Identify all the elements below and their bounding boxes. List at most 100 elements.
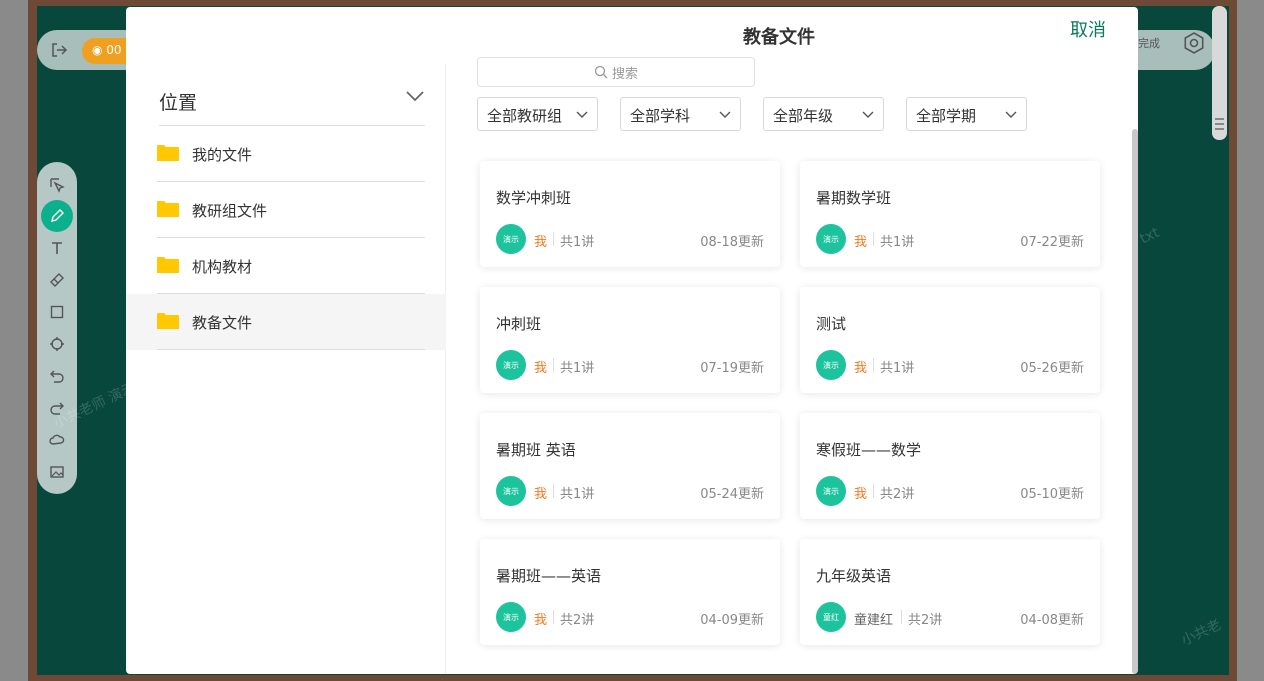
lesson-count: 共1讲 — [560, 235, 595, 250]
file-card[interactable]: 测试 演示 我 共1讲 05-26更新 — [800, 287, 1100, 393]
divider — [873, 484, 874, 498]
card-title: 测试 — [816, 315, 847, 333]
file-card[interactable]: 暑期数学班 演示 我 共1讲 07-22更新 — [800, 161, 1100, 267]
avatar: 演示 — [496, 476, 526, 506]
card-title: 九年级英语 — [816, 567, 892, 585]
avatar: 演示 — [816, 476, 846, 506]
filter-grade[interactable]: 全部年级 — [763, 97, 884, 131]
updated-date: 05-24更新 — [700, 487, 764, 502]
folder-icon — [157, 144, 179, 162]
file-card[interactable]: 寒假班——数学 演示 我 共2讲 05-10更新 — [800, 413, 1100, 519]
select-icon[interactable] — [46, 174, 68, 196]
avatar: 演示 — [816, 350, 846, 380]
card-owner: 童建红 — [854, 613, 894, 628]
folder-icon — [157, 200, 179, 218]
chevron-down-icon[interactable] — [405, 86, 425, 106]
sidebar-item-my-files[interactable]: 我的文件 — [126, 126, 446, 182]
divider — [901, 610, 902, 624]
shape-icon[interactable] — [46, 301, 68, 323]
done-label[interactable]: 完成 — [1138, 35, 1160, 51]
sidebar-item-label: 机构教材 — [192, 258, 253, 276]
divider — [553, 232, 554, 246]
filter-label: 全部年级 — [773, 107, 834, 125]
filter-subject[interactable]: 全部学科 — [620, 97, 741, 131]
sidebar-item-institution-materials[interactable]: 机构教材 — [126, 238, 446, 294]
sidebar-item-label: 教研组文件 — [192, 202, 268, 220]
pen-icon[interactable] — [41, 200, 73, 232]
card-title: 暑期班 英语 — [496, 441, 576, 459]
location-sidebar: 位置 我的文件 教研组文件 机构教材 教备文件 — [126, 64, 446, 674]
sidebar-item-research-group-files[interactable]: 教研组文件 — [126, 182, 446, 238]
file-card[interactable]: 数学冲刺班 演示 我 共1讲 08-18更新 — [480, 161, 780, 267]
divider — [873, 232, 874, 246]
card-owner: 我 — [534, 361, 548, 376]
undo-icon[interactable] — [46, 365, 68, 387]
sidebar-item-lesson-prep-files[interactable]: 教备文件 — [126, 294, 446, 350]
updated-date: 07-22更新 — [1020, 235, 1084, 250]
eraser-icon[interactable] — [46, 269, 68, 291]
chevron-down-icon — [575, 107, 589, 121]
filter-label: 全部教研组 — [487, 107, 563, 125]
card-title: 寒假班——数学 — [816, 441, 922, 459]
lesson-count: 共1讲 — [560, 361, 595, 376]
filter-label: 全部学期 — [916, 107, 977, 125]
avatar: 演示 — [816, 224, 846, 254]
updated-date: 05-26更新 — [1020, 361, 1084, 376]
card-title: 数学冲刺班 — [496, 189, 572, 207]
updated-date: 07-19更新 — [700, 361, 764, 376]
image-icon[interactable] — [46, 461, 68, 483]
filter-semester[interactable]: 全部学期 — [906, 97, 1027, 131]
chevron-down-icon — [718, 107, 732, 121]
file-list-panel: 搜索 全部教研组 全部学科 全部年级 全部学期 数学冲刺班 演示 我 共1讲 0… — [446, 7, 1138, 674]
card-owner: 我 — [854, 487, 868, 502]
settings-icon[interactable] — [1182, 31, 1206, 55]
laser-pointer-icon[interactable] — [46, 333, 68, 355]
cloud-file-icon[interactable] — [46, 429, 68, 451]
divider — [553, 484, 554, 498]
card-title: 冲刺班 — [496, 315, 542, 333]
search-icon — [594, 65, 608, 79]
divider — [553, 358, 554, 372]
lesson-count: 共2讲 — [880, 487, 915, 502]
updated-date: 04-08更新 — [1020, 613, 1084, 628]
updated-date: 08-18更新 — [700, 235, 764, 250]
location-title: 位置 — [159, 92, 198, 114]
lesson-count: 共2讲 — [560, 613, 595, 628]
sidebar-item-label: 教备文件 — [192, 314, 253, 332]
avatar: 演示 — [496, 350, 526, 380]
timer-text: 00 — [106, 43, 122, 57]
avatar: 演示 — [496, 602, 526, 632]
card-owner: 我 — [534, 613, 548, 628]
lesson-count: 共2讲 — [908, 613, 943, 628]
chevron-down-icon — [861, 107, 875, 121]
updated-date: 04-09更新 — [700, 613, 764, 628]
page-scrollbar[interactable] — [1212, 6, 1227, 140]
divider — [553, 610, 554, 624]
lesson-count: 共1讲 — [880, 361, 915, 376]
divider — [873, 358, 874, 372]
text-icon[interactable] — [46, 237, 68, 259]
file-picker-dialog: 教备文件 取消 位置 我的文件 教研组文件 机构教材 教备文件 搜索 全部教研组… — [126, 7, 1138, 674]
folder-icon — [157, 256, 179, 274]
location-header[interactable]: 位置 — [159, 82, 425, 126]
updated-date: 05-10更新 — [1020, 487, 1084, 502]
filter-research-group[interactable]: 全部教研组 — [477, 97, 598, 131]
card-owner: 我 — [854, 361, 868, 376]
search-input[interactable]: 搜索 — [477, 57, 755, 87]
exit-icon[interactable] — [50, 41, 68, 59]
card-owner: 我 — [854, 235, 868, 250]
file-list-scrollbar[interactable] — [1132, 129, 1138, 674]
lesson-count: 共1讲 — [880, 235, 915, 250]
lesson-count: 共1讲 — [560, 487, 595, 502]
avatar: 童红 — [816, 602, 846, 632]
card-owner: 我 — [534, 235, 548, 250]
file-card[interactable]: 冲刺班 演示 我 共1讲 07-19更新 — [480, 287, 780, 393]
file-card[interactable]: 九年级英语 童红 童建红 共2讲 04-08更新 — [800, 539, 1100, 645]
file-card[interactable]: 暑期班——英语 演示 我 共2讲 04-09更新 — [480, 539, 780, 645]
sidebar-item-label: 我的文件 — [192, 146, 253, 164]
file-card[interactable]: 暑期班 英语 演示 我 共1讲 05-24更新 — [480, 413, 780, 519]
card-owner: 我 — [534, 487, 548, 502]
avatar: 演示 — [496, 224, 526, 254]
search-placeholder: 搜索 — [611, 66, 638, 82]
folder-icon — [157, 312, 179, 330]
